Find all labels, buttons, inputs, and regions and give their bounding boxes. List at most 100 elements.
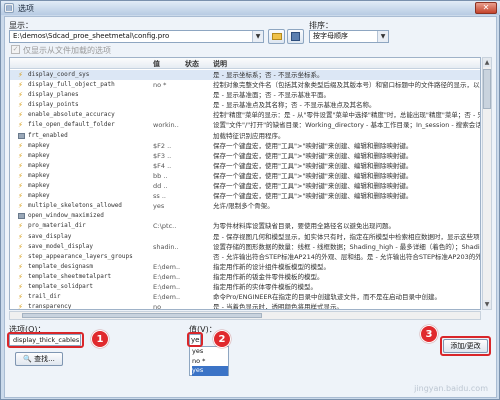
vertical-scrollbar[interactable]: ▲ ▼ (482, 57, 492, 310)
option-description: 保存一个键盘宏，使用"工具">"映射键"来创建、编辑和删除映射键。 (213, 192, 413, 201)
option-value: $F3 .. (153, 151, 172, 160)
lightning-icon: ⚡ (18, 293, 23, 302)
option-name: mapkey (28, 161, 50, 169)
option-description: 保存一个键盘宏，使用"工具">"映射键"来创建、编辑和删除映射键。 (213, 171, 413, 180)
table-header: 值 状态 说明 (10, 58, 480, 69)
scroll-down-icon[interactable]: ▼ (483, 300, 491, 309)
option-description: 指定用作新的设计组件模板模型的模型。 (213, 262, 330, 271)
table-row[interactable]: ⚡ template_sheetmetalpart E:\dem.. 指定用作新的钣金… (10, 272, 480, 282)
table-row[interactable]: ⚡ mapkey $F3 .. 保存一个键盘宏，使用"工具">"映射键"来创建、编辑和… (10, 151, 480, 161)
table-row[interactable]: frt_enabled 加载特征识别应用程序。 (10, 131, 480, 141)
table-row[interactable]: ⚡ display_planes 是 - 显示基准面；否 - 不显示基准平面。 (10, 90, 480, 100)
option-name: display_full_object_path (28, 81, 115, 89)
table-row[interactable]: ⚡ mapkey $F4 .. 保存一个键盘宏，使用"工具">"映射键"来创建、编辑和… (10, 161, 480, 171)
table-row[interactable]: ⚡ save_display 是 - 保存视图几何和模型显示，如实体只有时，指定在所… (10, 232, 481, 242)
option-name: pro_material_dir (28, 222, 86, 230)
option-description: 是 - 当着色显示时，透明颜色将用样式显示。 (213, 303, 343, 310)
scroll-up-icon[interactable]: ▲ (483, 58, 491, 67)
option-description: 保存一个键盘宏，使用"工具">"映射键"来创建、编辑和删除映射键。 (213, 161, 413, 170)
table-row[interactable]: ⚡ multiple_skeletons_allowed yes 允许/限制多个骨架。 (10, 201, 480, 211)
option-description: 保存一个键盘宏，使用"工具">"映射键"来创建、编辑和删除映射键。 (213, 182, 413, 191)
table-body: ⚡ display_coord_sys 是 - 显示坐标系；否 - 不显示坐标系。 ⚡… (10, 70, 481, 310)
lightning-icon: ⚡ (18, 121, 23, 130)
option-description: 设置"文件"/"打开"的缺省目录：Working_directory - 基本工… (213, 121, 481, 130)
option-description: 控制"精度"菜单的显示：是 - 从"零件设置"菜单中选择"精度"时，总能出现"精… (213, 111, 481, 120)
lightning-icon: ⚡ (18, 111, 23, 120)
lightning-icon: ⚡ (18, 182, 23, 191)
close-button[interactable]: ✕ (475, 2, 497, 14)
open-file-button[interactable] (268, 29, 285, 44)
table-row[interactable]: ⚡ step_appearance_layers_groups 否 - 允许输出符合… (10, 252, 481, 262)
option-value: yes (153, 202, 165, 211)
find-button[interactable]: 🔍 查找... (15, 352, 63, 366)
option-name: transparency (28, 303, 72, 310)
option-name: save_model_display (28, 242, 94, 250)
option-value: dd .. (153, 182, 168, 191)
document-icon: ▤ (4, 3, 14, 13)
table-row[interactable]: ⚡ template_designasm E:\dem.. 指定用作新的设计组件模板模… (10, 262, 480, 272)
callout-highlight (7, 332, 84, 348)
lightning-icon: ⚡ (18, 81, 23, 90)
table-row[interactable]: ⚡ display_coord_sys 是 - 显示坐标系；否 - 不显示坐标系。 (10, 70, 480, 81)
callout-badge: 3 (420, 325, 438, 343)
column-header-description[interactable]: 说明 (213, 59, 227, 69)
option-name: template_designasm (28, 262, 94, 270)
chevron-down-icon[interactable]: ▼ (377, 31, 388, 42)
option-name: file_open_default_folder (28, 121, 115, 129)
save-file-button[interactable] (287, 29, 304, 44)
option-description: 是 - 显示基准面；否 - 不显示基准平面。 (213, 91, 330, 100)
loaded-only-checkbox[interactable]: ✓ (11, 45, 20, 54)
option-value: C:\ptc.. (153, 222, 177, 231)
table-row[interactable]: ⚡ mapkey ss .. 保存一个键盘宏，使用"工具">"映射键"来创建、编辑和删… (10, 191, 480, 201)
option-name: enable_absolute_accuracy (28, 111, 115, 119)
option-description: 加载特征识别应用程序。 (213, 131, 285, 140)
option-name: frt_enabled (28, 131, 68, 139)
lightning-icon: ⚡ (18, 282, 23, 291)
horizontal-scrollbar[interactable] (9, 311, 481, 320)
lightning-icon: ⚡ (18, 101, 23, 110)
table-row[interactable]: ⚡ transparency no 是 - 当着色显示时，透明颜色将用样式显示。 (10, 302, 480, 310)
option-description: 保存一个键盘宏，使用"工具">"映射键"来创建、编辑和删除映射键。 (213, 141, 413, 150)
table-row[interactable]: ⚡ mapkey $F2 .. 保存一个键盘宏，使用"工具">"映射键"来创建、编辑和… (10, 141, 480, 151)
table-row[interactable]: ⚡ enable_absolute_accuracy 控制"精度"菜单的显示：是 -… (10, 110, 481, 120)
table-row[interactable]: ⚡ display_full_object_path no * 控制对象完整文件名（包… (10, 80, 480, 90)
option-description: 保存一个键盘宏，使用"工具">"映射键"来创建、编辑和删除映射键。 (213, 151, 413, 160)
option-name: step_appearance_layers_groups (28, 252, 133, 260)
table-row[interactable]: ⚡ file_open_default_folder workin.. 设置"文件"/… (10, 120, 481, 130)
value-option[interactable]: yes (192, 347, 228, 357)
table-row[interactable]: open_window_maximized (10, 211, 480, 221)
callout-highlight (440, 336, 491, 356)
display-file-path: E:\demos\Sdcad_proe_sheetmetal\config.pr… (13, 32, 170, 40)
scrollbar-thumb[interactable] (483, 69, 491, 109)
table-row[interactable]: ⚡ mapkey bb .. 保存一个键盘宏，使用"工具">"映射键"来创建、编辑和删… (10, 171, 480, 181)
lightning-icon: ⚡ (18, 171, 23, 180)
callout-badge: 1 (91, 330, 109, 348)
find-button-label: 查找... (34, 355, 55, 363)
table-row[interactable]: ⚡ pro_material_dir C:\ptc.. 为零件材料库设置缺省目录，要使… (10, 221, 480, 231)
column-header-value[interactable]: 值 (153, 59, 160, 69)
title-bar[interactable]: ▤ 选项 ✕ (1, 1, 500, 15)
column-header-status[interactable]: 状态 (185, 59, 199, 69)
scrollbar-thumb[interactable] (22, 313, 262, 318)
option-value: shadin.. (153, 242, 179, 251)
option-value: no (153, 303, 162, 310)
table-row[interactable]: ⚡ mapkey dd .. 保存一个键盘宏，使用"工具">"映射键"来创建、编辑和删… (10, 181, 480, 191)
chevron-down-icon[interactable]: ▼ (252, 31, 263, 42)
option-description: 设置存储的图形数据的数量：线框 - 线框数据；Shading_high - 最多… (213, 242, 481, 251)
table-row[interactable]: ⚡ template_solidpart E:\dem.. 指定用作新的实体零件模板的… (10, 282, 480, 292)
table-row[interactable]: ⚡ save_model_display shadin.. 设置存储的图形数据的数量：… (10, 242, 481, 252)
lightning-icon: ⚡ (18, 141, 23, 150)
table-row[interactable]: ⚡ display_points 是 - 显示基准点及其名称；否 - 不显示基准点及… (10, 100, 480, 110)
window-title: 选项 (18, 4, 34, 13)
table-row[interactable]: ⚡ trail_dir E:\dem.. 命令Pro/ENGINEER在指定的目录中创… (10, 292, 480, 302)
value-option[interactable]: yes (192, 366, 228, 376)
option-value: E:\dem.. (153, 293, 181, 302)
lightning-icon: ⚡ (18, 91, 23, 100)
option-name: multiple_skeletons_allowed (28, 202, 122, 210)
option-description: 否 - 允许输出符合STEP标准AP214的外观、层和组。是 - 允许输出符合S… (213, 252, 481, 261)
value-option[interactable]: no * (192, 357, 228, 367)
sort-combo[interactable]: 按字母顺序 ▼ (309, 30, 389, 43)
display-file-combo[interactable]: E:\demos\Sdcad_proe_sheetmetal\config.pr… (9, 30, 264, 43)
callout-highlight (187, 332, 203, 347)
option-description: 是 - 保存视图几何和模型显示，如实体只有时，指定在所模型中检索相应数据时，显示… (213, 232, 481, 241)
